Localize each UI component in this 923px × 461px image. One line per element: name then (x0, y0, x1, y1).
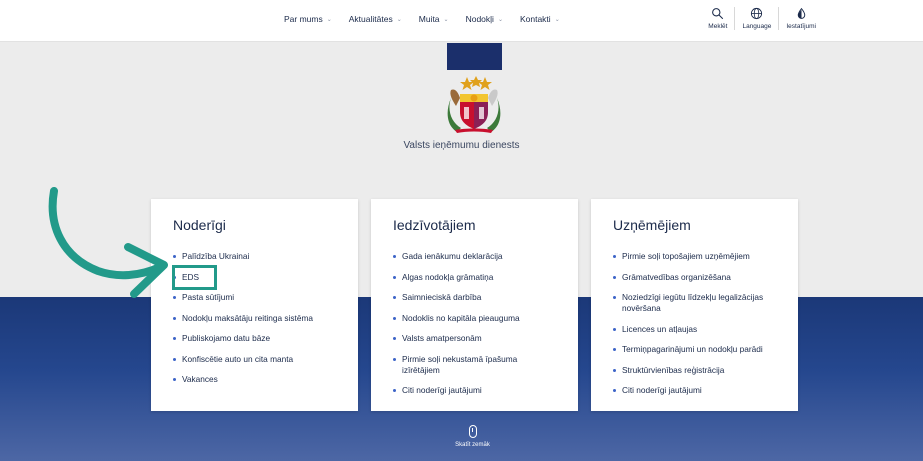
link-eds[interactable]: EDS (173, 272, 336, 283)
search-button[interactable]: Meklēt (701, 7, 734, 30)
card-title: Noderīgi (173, 217, 226, 233)
nav-item-muita[interactable]: Muita ⌄ (419, 14, 449, 24)
chevron-down-icon: ⌄ (554, 16, 560, 23)
agency-name: Valsts ieņēmumu dienests (403, 140, 520, 151)
nav-item-aktualitates[interactable]: Aktualitātes ⌄ (349, 14, 402, 24)
link-nekustama-ipasuma-iziretajiem[interactable]: Pirmie soļi nekustamā īpašuma izīrētājie… (393, 354, 556, 376)
link-list: Palīdzība Ukrainai EDS Pasta sūtījumi No… (173, 251, 336, 385)
link-list: Gada ienākumu deklarācija Algas nodokļa … (393, 251, 556, 396)
card-title: Uzņēmējiem (613, 217, 691, 233)
chevron-down-icon: ⌄ (326, 16, 332, 23)
chevron-down-icon: ⌄ (443, 16, 449, 23)
link-valsts-amatpersonam[interactable]: Valsts amatpersonām (393, 333, 556, 344)
card-title: Iedzīvotājiem (393, 217, 476, 233)
card-iedzivotajiem: Iedzīvotājiem Gada ienākumu deklarācija … (371, 199, 578, 411)
link-algas-gramatina[interactable]: Algas nodokļa grāmatiņa (393, 272, 556, 283)
link-list: Pirmie soļi topošajiem uzņēmējiem Grāmat… (613, 251, 776, 396)
link-kapitala-pieaugums[interactable]: Nodoklis no kapitāla pieauguma (393, 313, 556, 324)
nav-item-kontakti[interactable]: Kontakti ⌄ (520, 14, 560, 24)
header-tools: Meklēt Language Iestatījumi (701, 7, 823, 30)
chevron-down-icon: ⌄ (396, 16, 402, 23)
main-nav: Par mums ⌄ Aktualitātes ⌄ Muita ⌄ Nodokļi ⌄ … (284, 14, 577, 24)
chevron-down-icon: ⌄ (497, 16, 503, 23)
nav-item-par-mums[interactable]: Par mums ⌄ (284, 14, 332, 24)
link-pasta-sutijumi[interactable]: Pasta sūtījumi (173, 292, 336, 303)
contrast-drop-icon (797, 7, 805, 19)
settings-button[interactable]: Iestatījumi (778, 7, 823, 30)
link-citi-jautajumi[interactable]: Citi noderīgi jautājumi (393, 385, 556, 396)
link-saimnieciska-darbiba[interactable]: Saimnieciskā darbība (393, 292, 556, 303)
link-citi-jautajumi[interactable]: Citi noderīgi jautājumi (613, 385, 776, 396)
link-licences-atlaujas[interactable]: Licences un atļaujas (613, 324, 776, 335)
link-reitinga-sistema[interactable]: Nodokļu maksātāju reitinga sistēma (173, 313, 336, 324)
link-konfiscetie-auto[interactable]: Konfiscētie auto un cita manta (173, 354, 336, 365)
link-gada-ienakumu-deklaracija[interactable]: Gada ienākumu deklarācija (393, 251, 556, 262)
link-terminpagarinajumi[interactable]: Termiņpagarinājumi un nodokļu parādi (613, 344, 776, 355)
link-publiskojamo-datu-baze[interactable]: Publiskojamo datu bāze (173, 333, 336, 344)
card-noderigi: Noderīgi Palīdzība Ukrainai EDS Pasta sū… (151, 199, 358, 411)
scroll-down-button[interactable]: Skatīt zemāk (430, 425, 515, 448)
globe-icon (751, 7, 763, 20)
link-strukturvienibas-registracija[interactable]: Struktūrvienības reģistrācija (613, 365, 776, 376)
mouse-scroll-icon (468, 425, 477, 438)
coat-of-arms-logo[interactable] (443, 76, 505, 134)
link-palidziba-ukrainai[interactable]: Palīdzība Ukrainai (173, 251, 336, 262)
flag-bar (447, 43, 502, 70)
search-icon (712, 8, 724, 20)
top-navigation-bar: Par mums ⌄ Aktualitātes ⌄ Muita ⌄ Nodokļi ⌄ … (0, 0, 923, 42)
link-vakances[interactable]: Vakances (173, 374, 336, 385)
nav-item-nodokli[interactable]: Nodokļi ⌄ (466, 14, 503, 24)
link-pirmie-soli-uznemejiem[interactable]: Pirmie soļi topošajiem uzņēmējiem (613, 251, 776, 262)
link-gramatvedibas-organizesana[interactable]: Grāmatvedības organizēšana (613, 272, 776, 283)
language-button[interactable]: Language (734, 7, 778, 30)
card-uznemejiem: Uzņēmējiem Pirmie soļi topošajiem uzņēmē… (591, 199, 798, 411)
link-legalizacijas-noversana[interactable]: Noziedzīgi iegūtu līdzekļu legalizācijas… (613, 292, 776, 314)
